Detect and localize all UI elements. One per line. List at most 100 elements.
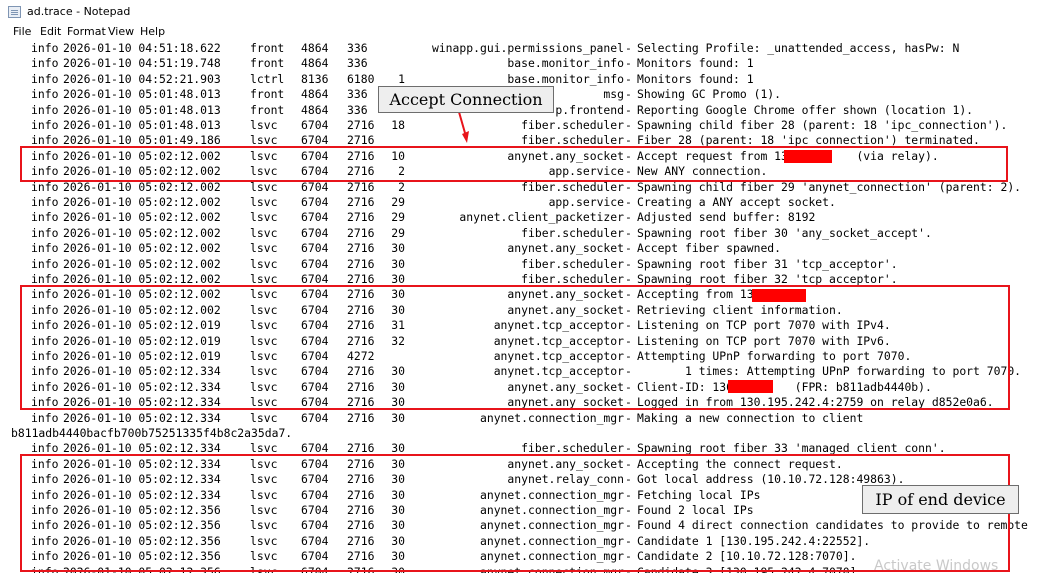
log-message: Selecting Profile: _unattended_access, h… [637, 41, 960, 55]
window-title: ad.trace - Notepad [27, 5, 131, 18]
log-pid: 4864 [301, 87, 329, 102]
log-timestamp: 2026-01-10 05:02:12.002 [63, 195, 221, 209]
log-fiber: 30 [391, 410, 405, 425]
log-process: lsvc [250, 225, 278, 240]
log-tid: 2716 [347, 195, 375, 209]
log-timestamp: 2026-01-10 04:51:19.748 [63, 56, 221, 71]
log-timestamp: 2026-01-10 05:02:12.002 [63, 241, 221, 256]
notepad-icon [8, 6, 21, 18]
log-process: lsvc [250, 256, 278, 271]
log-level: info [31, 410, 59, 425]
log-module: msg [603, 87, 624, 102]
menu-edit[interactable]: Edit [40, 25, 61, 38]
menu-format[interactable]: Format [67, 25, 106, 38]
log-process: lsvc [250, 210, 278, 225]
log-process: lctrl [250, 71, 285, 86]
log-tid: 336 [347, 56, 368, 71]
log-separator: - [625, 71, 632, 86]
log-process: lsvc [250, 241, 278, 256]
log-fiber: 18 [391, 118, 405, 132]
log-line: info 2026-01-10 05:02:12.002 lsvc 6704 2716 2… [0, 195, 1045, 210]
log-process: front [250, 56, 285, 71]
log-separator: - [625, 256, 632, 271]
log-module: fiber.scheduler [521, 118, 624, 132]
log-pid: 4864 [301, 41, 329, 55]
log-process: front [250, 102, 285, 117]
log-pid: 6704 [301, 241, 329, 256]
log-separator: - [625, 118, 632, 132]
log-timestamp: 2026-01-10 05:02:12.002 [63, 256, 221, 271]
menu-bar: File Edit Format View Help [0, 24, 1045, 41]
log-tid: 2716 [347, 241, 375, 256]
log-module: p.frontend [555, 102, 624, 117]
highlight-box-client-info [20, 285, 1010, 410]
log-message: Making a new connection to client [637, 410, 864, 425]
log-line: info 2026-01-10 05:02:12.334 lsvc 6704 2716 3… [0, 411, 1045, 426]
log-line: info 2026-01-10 04:51:18.622 front 4864 336 w… [0, 41, 1045, 56]
log-module: anynet.client_packetizer [459, 210, 624, 225]
log-tid: 6180 [347, 71, 375, 86]
log-level: info [31, 102, 59, 117]
log-level: info [31, 118, 59, 132]
log-tid: 2716 [347, 118, 375, 132]
log-level: info [31, 71, 59, 86]
log-process: lsvc [250, 410, 278, 425]
log-separator: - [625, 225, 632, 240]
log-separator: - [625, 87, 632, 102]
log-pid: 8136 [301, 71, 329, 86]
log-line: info 2026-01-10 04:51:19.748 front 4864 336 b… [0, 56, 1045, 71]
log-message: Accept fiber spawned. [637, 241, 782, 256]
log-timestamp: 2026-01-10 05:02:12.002 [63, 225, 221, 240]
log-process: lsvc [250, 118, 278, 132]
log-separator: - [625, 410, 632, 425]
menu-help[interactable]: Help [140, 25, 165, 38]
activate-windows-watermark: Activate Windows [874, 558, 999, 574]
log-message: Showing GC Promo (1). [637, 87, 782, 102]
log-module: app.service [548, 195, 624, 209]
log-tid: 2716 [347, 225, 375, 240]
log-line: info 2026-01-10 05:02:12.002 lsvc 6704 2716 3… [0, 241, 1045, 256]
log-pid: 4864 [301, 56, 329, 71]
log-level: info [31, 225, 59, 240]
ip-end-device-callout: IP of end device [862, 485, 1019, 514]
log-timestamp: 2026-01-10 05:02:12.002 [63, 210, 221, 225]
log-tid: 2716 [347, 256, 375, 271]
log-fiber: 30 [391, 241, 405, 256]
log-module: base.monitor_info [507, 56, 624, 71]
log-separator: - [625, 241, 632, 256]
log-pid: 6704 [301, 210, 329, 225]
log-process: front [250, 41, 285, 55]
log-fiber: 29 [391, 225, 405, 240]
log-message: Creating a ANY accept socket. [637, 195, 836, 209]
log-level: info [31, 87, 59, 102]
log-line: info 2026-01-10 05:01:48.013 lsvc 6704 2716 1… [0, 118, 1045, 133]
log-timestamp: 2026-01-10 05:01:48.013 [63, 102, 221, 117]
log-pid: 6704 [301, 410, 329, 425]
menu-view[interactable]: View [108, 25, 134, 38]
log-module: fiber.scheduler [521, 225, 624, 240]
menu-file[interactable]: File [13, 25, 31, 38]
log-fiber: 30 [391, 256, 405, 271]
log-process: front [250, 87, 285, 102]
log-message: Adjusted send buffer: 8192 [637, 210, 816, 225]
log-timestamp: 2026-01-10 04:51:18.622 [63, 41, 221, 55]
log-level: info [31, 256, 59, 271]
log-separator: - [625, 195, 632, 209]
log-pid: 6704 [301, 195, 329, 209]
log-level: info [31, 210, 59, 225]
log-line: info 2026-01-10 04:52:21.903 lctrl 8136 6180… [0, 72, 1045, 87]
log-fiber: 29 [391, 195, 405, 209]
log-level: info [31, 241, 59, 256]
log-level: info [31, 56, 59, 71]
log-tid: 336 [347, 87, 368, 102]
log-module: base.monitor_info [507, 71, 624, 86]
log-module: anynet.connection_mgr [479, 410, 624, 425]
log-line: info 2026-01-10 05:02:12.002 lsvc 6704 2716 3… [0, 257, 1045, 272]
log-level: info [31, 41, 59, 55]
log-line: info 2026-01-10 05:02:12.002 lsvc 6704 2716 2… [0, 210, 1045, 225]
log-message: Spawning root fiber 30 'any_socket_accep… [637, 225, 932, 240]
log-pid: 6704 [301, 256, 329, 271]
accept-connection-callout: Accept Connection [378, 86, 554, 113]
log-tid: 2716 [347, 410, 375, 425]
log-line: info 2026-01-10 05:02:12.002 lsvc 6704 2716 2… [0, 226, 1045, 241]
